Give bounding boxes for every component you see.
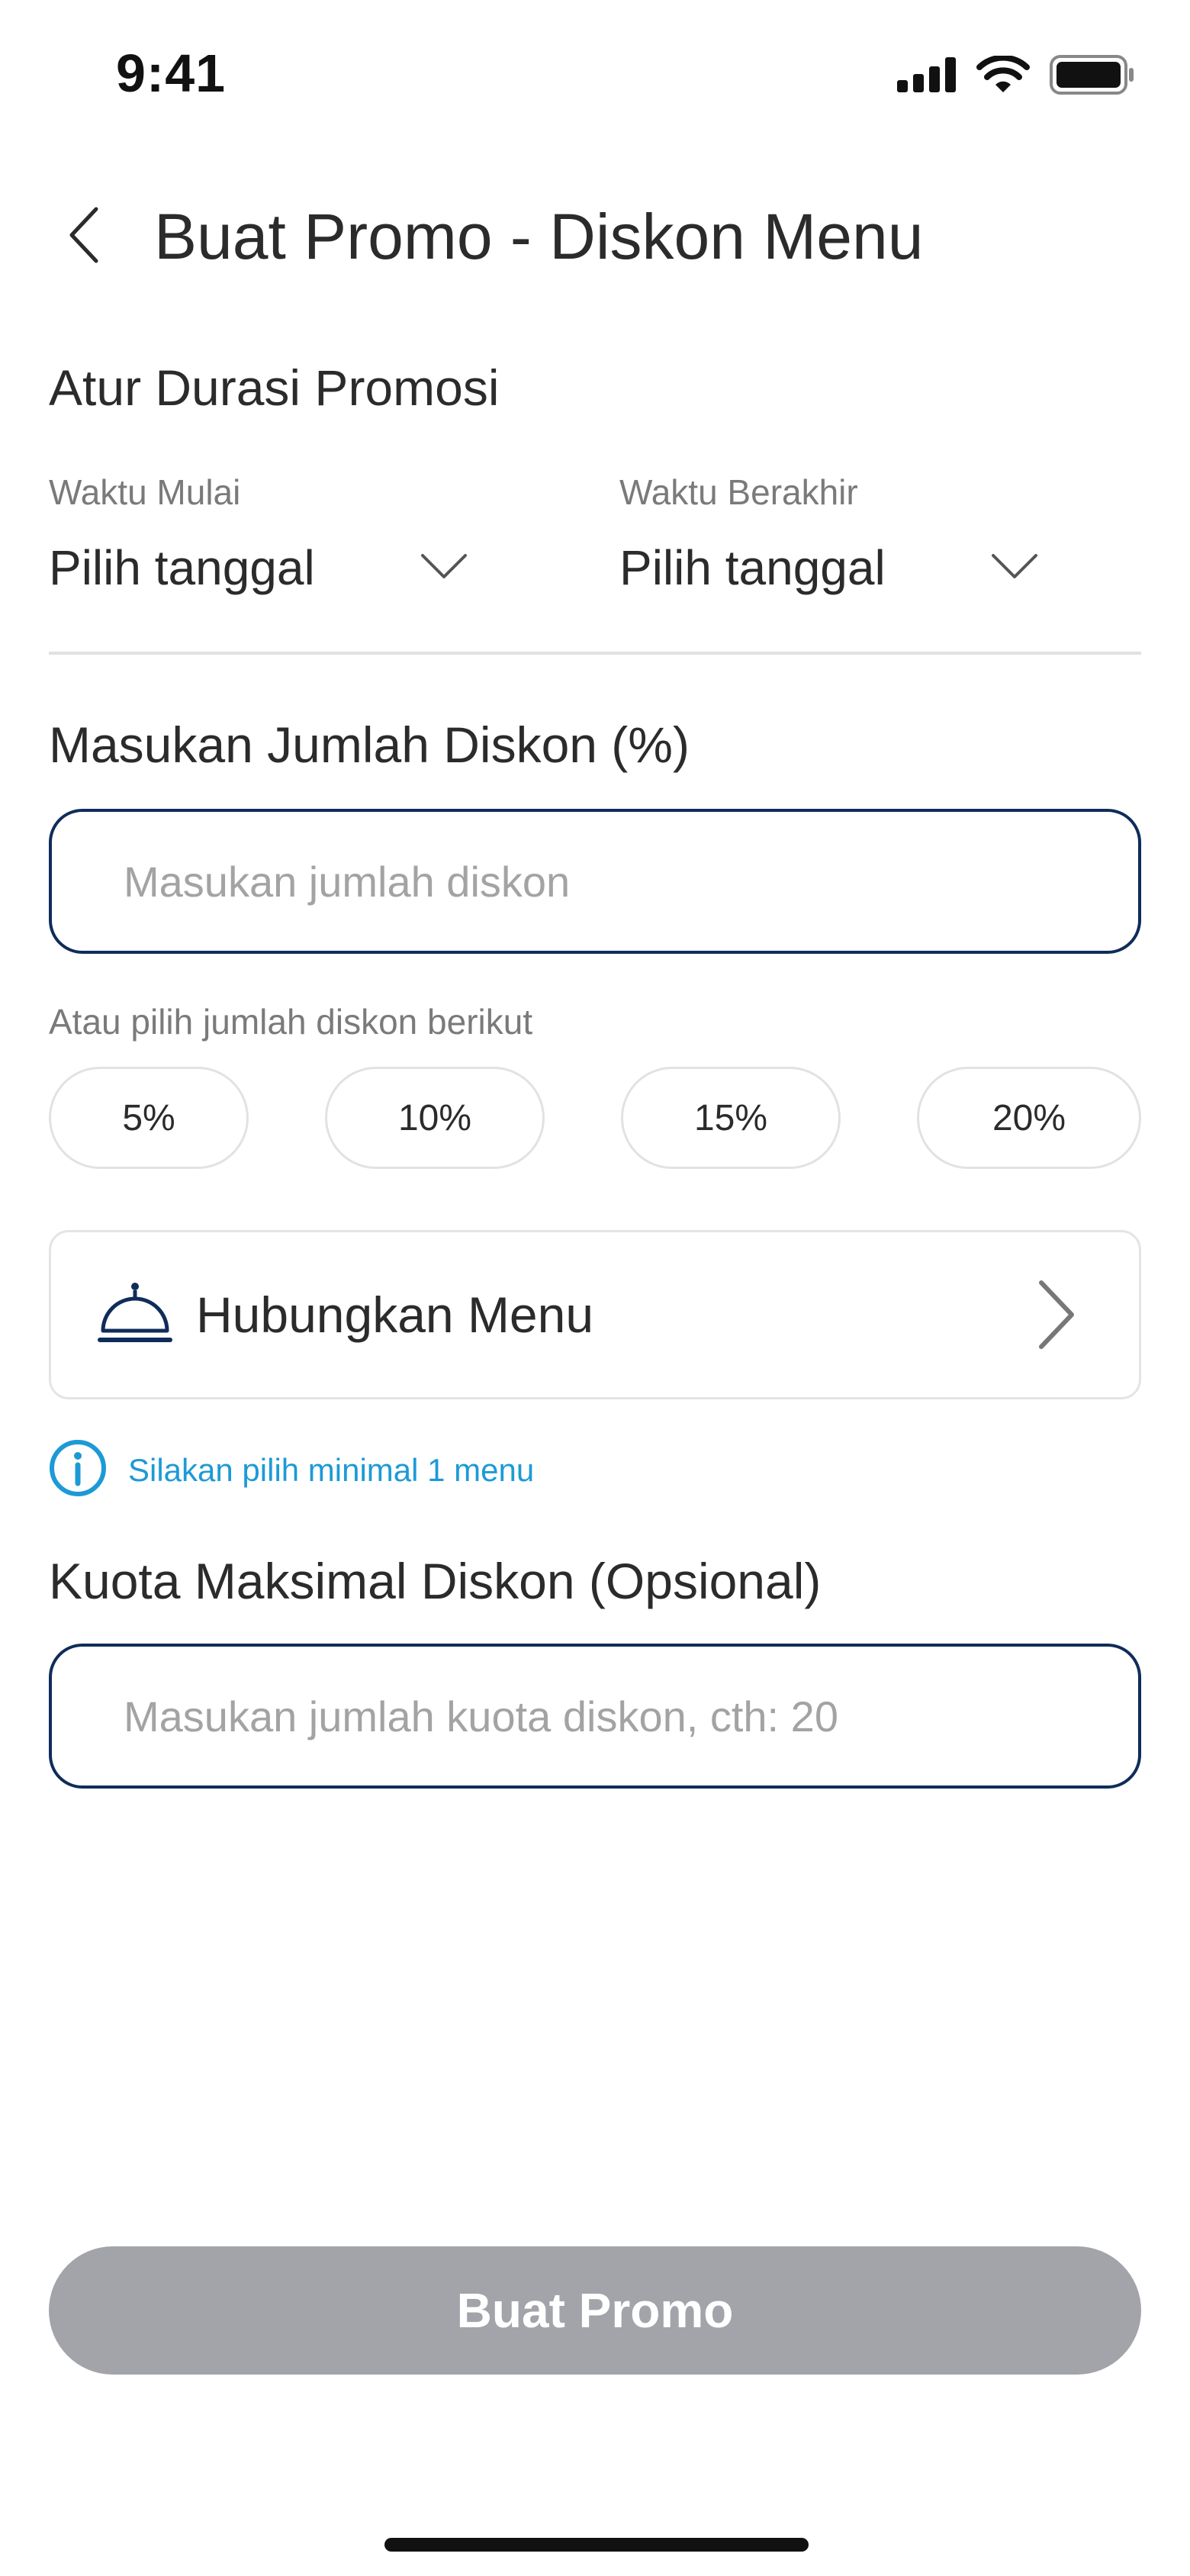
discount-chip-5[interactable]: 5% [49,1067,249,1169]
end-date-select[interactable]: Pilih tanggal [619,530,1039,606]
discount-chip-20[interactable]: 20% [917,1067,1141,1169]
discount-chip-15[interactable]: 15% [621,1067,841,1169]
cellular-signal-icon [897,57,957,96]
link-menu-label: Hubungkan Menu [196,1286,594,1343]
discount-chip-10[interactable]: 10% [325,1067,545,1169]
start-time-label: Waktu Mulai [49,472,241,512]
cloche-icon [97,1280,173,1349]
quota-section-title: Kuota Maksimal Diskon (Opsional) [49,1553,822,1609]
start-date-select[interactable]: Pilih tanggal [49,530,468,606]
home-indicator [384,2538,809,2552]
end-time-label: Waktu Berakhir [619,472,858,512]
discount-preset-hint: Atau pilih jumlah diskon berikut [49,1002,533,1042]
quota-field[interactable] [49,1644,1141,1789]
menu-info-text: Silakan pilih minimal 1 menu [128,1451,535,1488]
chevron-left-icon [66,204,102,269]
discount-section-title: Masukan Jumlah Diskon (%) [49,716,690,773]
end-date-value: Pilih tanggal [619,540,886,595]
quota-input[interactable] [122,1690,1138,1742]
page-title: Buat Promo - Diskon Menu [154,201,924,272]
status-icons [897,54,1135,98]
chevron-down-icon [990,552,1039,584]
back-button[interactable] [53,198,114,275]
menu-info-row: Silakan pilih minimal 1 menu [49,1439,534,1501]
discount-input[interactable] [122,855,1138,907]
wifi-icon [976,54,1030,98]
info-icon [49,1439,107,1501]
status-time: 9:41 [116,43,227,103]
duration-section-title: Atur Durasi Promosi [49,359,500,416]
battery-icon [1050,55,1135,98]
section-divider [49,652,1141,655]
discount-field[interactable] [49,809,1141,954]
start-date-value: Pilih tanggal [49,540,315,595]
chevron-down-icon [420,552,468,584]
chevron-right-icon [1035,1278,1078,1351]
create-promo-button[interactable]: Buat Promo [49,2246,1141,2375]
link-menu-card[interactable]: Hubungkan Menu [49,1230,1141,1399]
